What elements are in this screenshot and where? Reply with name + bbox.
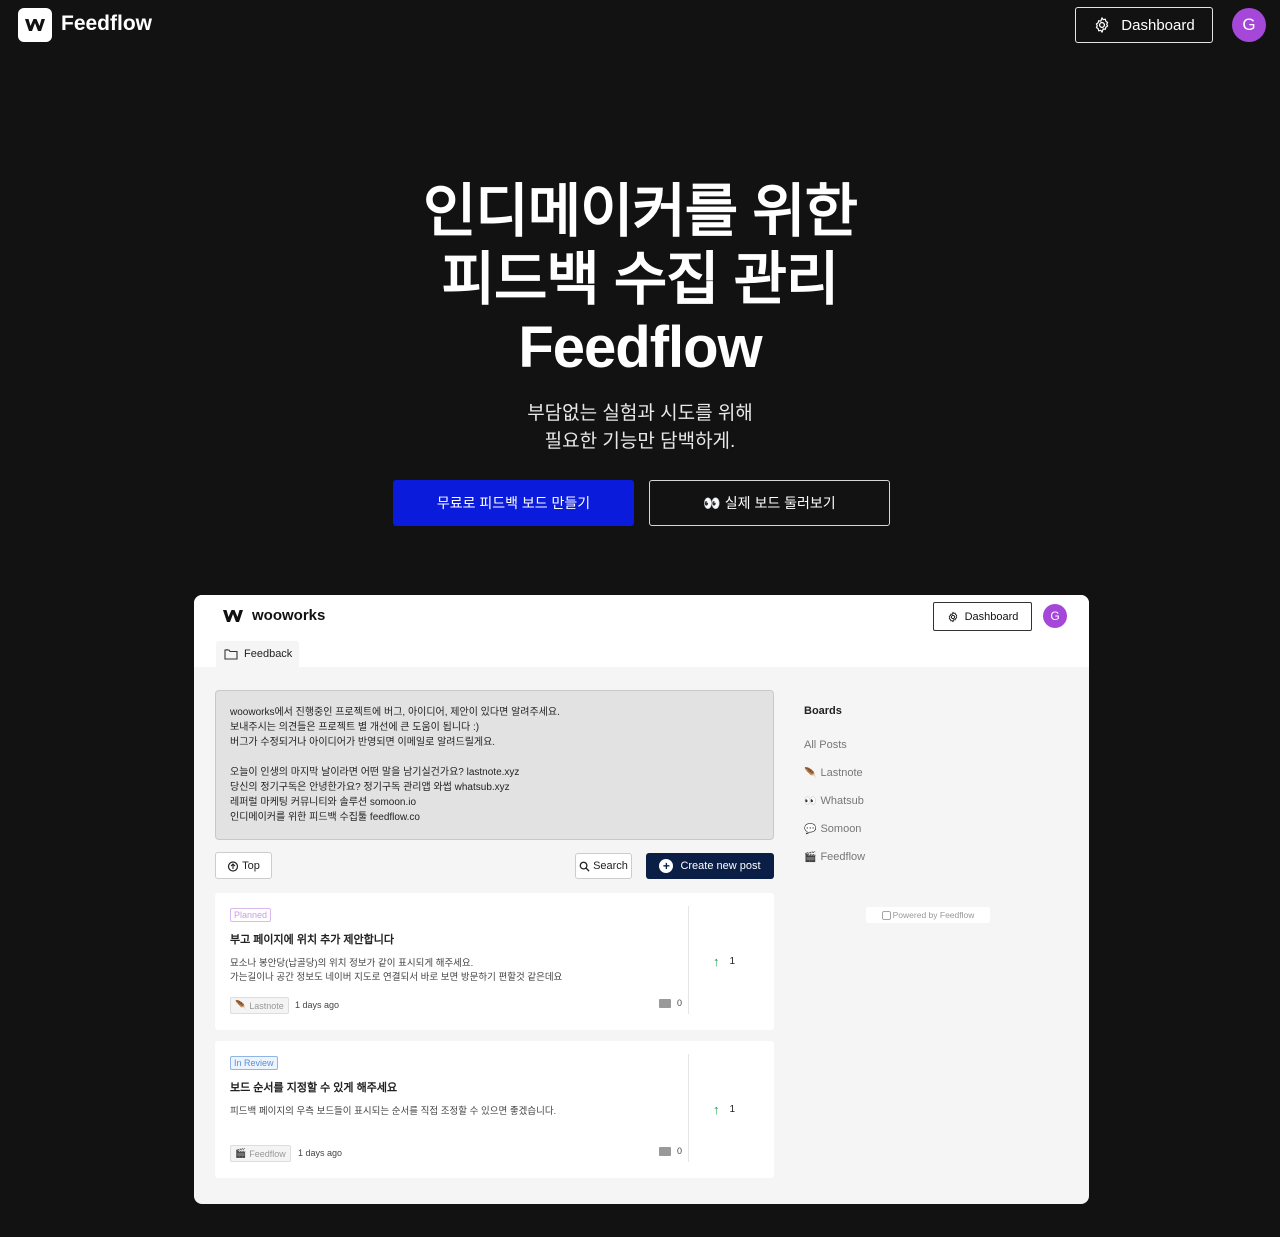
sidebar-item-all-posts[interactable]: All Posts [804,739,847,751]
eyes-icon: 👀 [703,494,721,511]
comment-count[interactable]: 0 [659,998,682,1008]
gear-icon [1096,17,1109,33]
board-label: Feedflow [820,851,866,863]
upvote-button[interactable]: ↑ 1 [713,954,735,969]
desc-line: wooworks에서 진행중인 프로젝트에 버그, 아이디어, 제안이 있다면 … [230,707,560,718]
powered-by-link[interactable]: Powered by Feedflow [866,907,990,923]
dashboard-button[interactable]: Dashboard [1075,7,1213,43]
post-time: 1 days ago [295,1000,340,1010]
board-label: Whatsub [820,795,864,807]
board-description: wooworks에서 진행중인 프로젝트에 버그, 아이디어, 제안이 있다면 … [215,690,774,840]
comment-count-value: 0 [677,998,683,1008]
search-button[interactable]: Search [575,853,632,879]
post-body-line: 묘소나 봉안당(납골당)의 위치 정보가 같이 표시되게 해주세요. [230,958,474,969]
post-body-line: 피드백 페이지의 우측 보드들이 표시되는 순서를 직접 조정할 수 있으면 좋… [230,1106,557,1117]
fire-icon [228,860,239,872]
hero-subtitle: 부담없는 실험과 시도를 위해 필요한 기능만 담백하게. [0,400,1280,456]
clapper-icon: 🎬 [235,1148,247,1158]
desc-line: 버그가 수정되거나 아이디어가 반영되면 이메일로 알려드릴게요. [230,737,496,748]
desc-line: 인디메이커를 위한 피드백 수집툴 feedflow.co [230,812,420,823]
avatar[interactable]: G [1232,8,1266,42]
desc-gap [230,750,759,765]
boards-heading: Boards [804,705,842,717]
tab-feedback-label: Feedback [244,648,293,660]
preview-dashboard-label: Dashboard [964,610,1019,623]
desc-line: 보내주시는 의견들은 프로젝트 별 개선에 큰 도움이 됩니다 :) [230,722,480,733]
post-card[interactable]: In Review 보드 순서를 지정할 수 있게 해주세요 피드백 페이지의 … [215,1041,774,1178]
create-post-label: Create new post [680,860,761,872]
post-body-line: 가는길이나 공간 정보도 네이버 지도로 연결되서 바로 보면 방문하기 편할것… [230,972,563,983]
comment-count-value: 0 [677,1146,683,1156]
status-badge: In Review [230,1056,278,1070]
hero-sub-line1: 부담없는 실험과 시도를 위해 [527,403,753,424]
plus-icon: + [659,859,674,873]
post-title[interactable]: 부고 페이지에 위치 추가 제안합니다 [230,931,394,947]
comment-count[interactable]: 0 [659,1146,682,1156]
hero-title-line3: Feedflow [518,315,762,380]
hero-sub-line2: 필요한 기능만 담백하게. [544,431,736,452]
dashboard-label: Dashboard [1121,16,1195,34]
view-board-button[interactable]: 👀 실제 보드 둘러보기 [649,480,890,526]
sort-top-label: Top [242,859,260,872]
sidebar-item-feedflow[interactable]: 🎬 Feedflow [804,851,865,863]
post-divider [688,1054,689,1162]
top-nav: Feedflow Dashboard G [0,0,1280,50]
post-card[interactable]: Planned 부고 페이지에 위치 추가 제안합니다 묘소나 봉안당(납골당)… [215,893,774,1030]
preview-dashboard-button[interactable]: Dashboard [933,602,1032,631]
sidebar-item-lastnote[interactable]: 🪶 Lastnote [804,767,863,779]
feedflow-small-icon [881,910,891,920]
preview-avatar[interactable]: G [1043,604,1067,628]
board-tag-label: Feedflow [249,1148,286,1159]
arrow-up-icon: ↑ [713,1102,720,1117]
preview-brand[interactable]: wooworks [252,607,325,624]
upvote-button[interactable]: ↑ 1 [713,1102,735,1117]
vote-count: 1 [729,956,736,967]
clapper-icon: 🎬 [804,851,817,863]
board-preview: wooworks Dashboard G Feedback wooworks에서… [194,595,1089,1204]
board-label: All Posts [804,739,847,751]
logo-w-icon [25,19,45,31]
comment-icon [659,998,671,1008]
view-board-label: 실제 보드 둘러보기 [724,495,836,511]
folder-icon [224,649,238,660]
vote-count: 1 [729,1104,736,1115]
sort-top-button[interactable]: Top [215,852,272,879]
brand-name[interactable]: Feedflow [61,12,152,36]
status-badge: Planned [230,908,272,922]
arrow-up-icon: ↑ [713,954,720,969]
create-board-button[interactable]: 무료로 피드백 보드 만들기 [393,480,634,526]
hero-title: 인디메이커를 위한 피드백 수집 관리 Feedflow [0,178,1280,382]
feedflow-logo[interactable] [18,8,52,42]
post-divider [688,906,689,1014]
preview-header: wooworks Dashboard G Feedback [194,595,1089,667]
powered-by-label: Powered by Feedflow [892,910,975,920]
comment-icon [659,1146,671,1156]
board-tag[interactable]: 🪶 Lastnote [230,997,289,1014]
gear-icon [948,611,957,622]
post-title[interactable]: 보드 순서를 지정할 수 있게 해주세요 [230,1079,397,1095]
create-post-button[interactable]: + Create new post [646,853,774,879]
post-body: 묘소나 봉안당(납골당)의 위치 정보가 같이 표시되게 해주세요. 가는길이나… [230,957,680,985]
search-label: Search [593,860,628,872]
hero-title-line2: 피드백 수집 관리 [441,247,840,312]
sidebar-item-somoon[interactable]: 💬 Somoon [804,823,861,835]
board-label: Somoon [820,823,862,835]
feather-icon: 🪶 [235,1000,247,1010]
board-tag[interactable]: 🎬 Feedflow [230,1145,291,1162]
hero-title-line1: 인디메이커를 위한 [423,179,858,244]
preview-logo-icon [223,610,243,622]
eyes-icon: 👀 [804,795,817,807]
post-body: 피드백 페이지의 우측 보드들이 표시되는 순서를 직접 조정할 수 있으면 좋… [230,1105,680,1119]
tab-feedback[interactable]: Feedback [216,641,299,667]
search-icon [579,861,590,872]
sidebar-item-whatsub[interactable]: 👀 Whatsub [804,795,864,807]
board-label: Lastnote [820,767,863,779]
desc-line: 당신의 정기구독은 안녕한가요? 정기구독 관리앱 와썹 whatsub.xyz [230,782,510,793]
board-tag-label: Lastnote [249,1000,284,1011]
speech-bubble-icon: 💬 [804,823,817,835]
feather-icon: 🪶 [804,767,817,779]
post-time: 1 days ago [298,1148,343,1158]
desc-line: 오늘이 인생의 마지막 날이라면 어떤 말을 남기실건가요? lastnote.… [230,767,520,778]
desc-line: 레퍼럴 마케팅 커뮤니티와 솔루션 somoon.io [230,797,417,808]
